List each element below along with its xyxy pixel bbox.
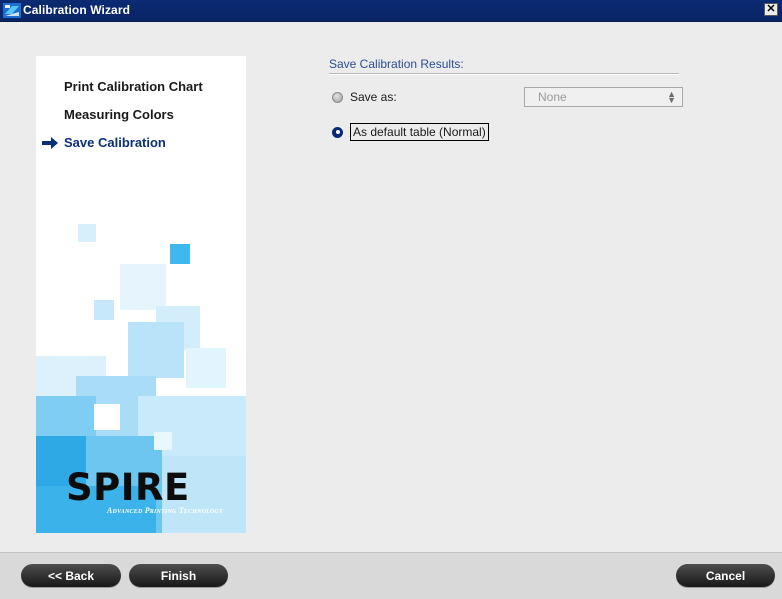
wizard-step-label: Save Calibration bbox=[64, 135, 166, 150]
up-down-arrows-icon: ▲ ▼ bbox=[667, 89, 676, 105]
wizard-sidebar: Print Calibration Chart Measuring Colors… bbox=[36, 56, 246, 533]
wizard-step-label: Measuring Colors bbox=[64, 107, 174, 122]
button-bar: << Back Finish Cancel bbox=[0, 552, 782, 599]
calibration-wizard-window: Calibration Wizard ✕ Print Calibration C… bbox=[0, 0, 782, 599]
section-divider bbox=[329, 73, 679, 75]
cancel-button[interactable]: Cancel bbox=[676, 564, 775, 587]
save-as-select-value: None bbox=[538, 90, 567, 104]
save-as-radio[interactable]: Save as: bbox=[332, 87, 397, 107]
default-table-radio-label: As default table (Normal) bbox=[350, 123, 489, 141]
radio-unselected-icon[interactable] bbox=[332, 91, 343, 103]
section-title: Save Calibration Results: bbox=[329, 57, 464, 71]
close-icon: ✕ bbox=[766, 3, 776, 15]
finish-button[interactable]: Finish bbox=[129, 564, 228, 587]
app-icon bbox=[3, 3, 21, 18]
radio-selected-icon[interactable] bbox=[332, 126, 343, 138]
save-as-radio-label: Save as: bbox=[350, 90, 397, 104]
wizard-step-save-calibration: Save Calibration bbox=[36, 134, 246, 162]
window-title: Calibration Wizard bbox=[23, 3, 131, 17]
spire-logo: SPIRE Advanced Printing Technology bbox=[66, 466, 223, 515]
title-bar: Calibration Wizard ✕ bbox=[0, 0, 782, 22]
save-as-select[interactable]: None ▲ ▼ bbox=[524, 87, 683, 107]
logo-tagline: Advanced Printing Technology bbox=[107, 506, 223, 515]
wizard-steps-list: Print Calibration Chart Measuring Colors… bbox=[36, 78, 246, 162]
logo-brand: SPIRE bbox=[66, 466, 190, 509]
wizard-step-label: Print Calibration Chart bbox=[64, 79, 203, 94]
wizard-step-measuring-colors: Measuring Colors bbox=[36, 106, 246, 134]
default-table-radio[interactable]: As default table (Normal) bbox=[332, 122, 489, 142]
close-button[interactable]: ✕ bbox=[764, 3, 778, 16]
back-button[interactable]: << Back bbox=[21, 564, 121, 587]
wizard-step-print-calibration-chart: Print Calibration Chart bbox=[36, 78, 246, 106]
arrow-right-icon bbox=[42, 137, 58, 149]
